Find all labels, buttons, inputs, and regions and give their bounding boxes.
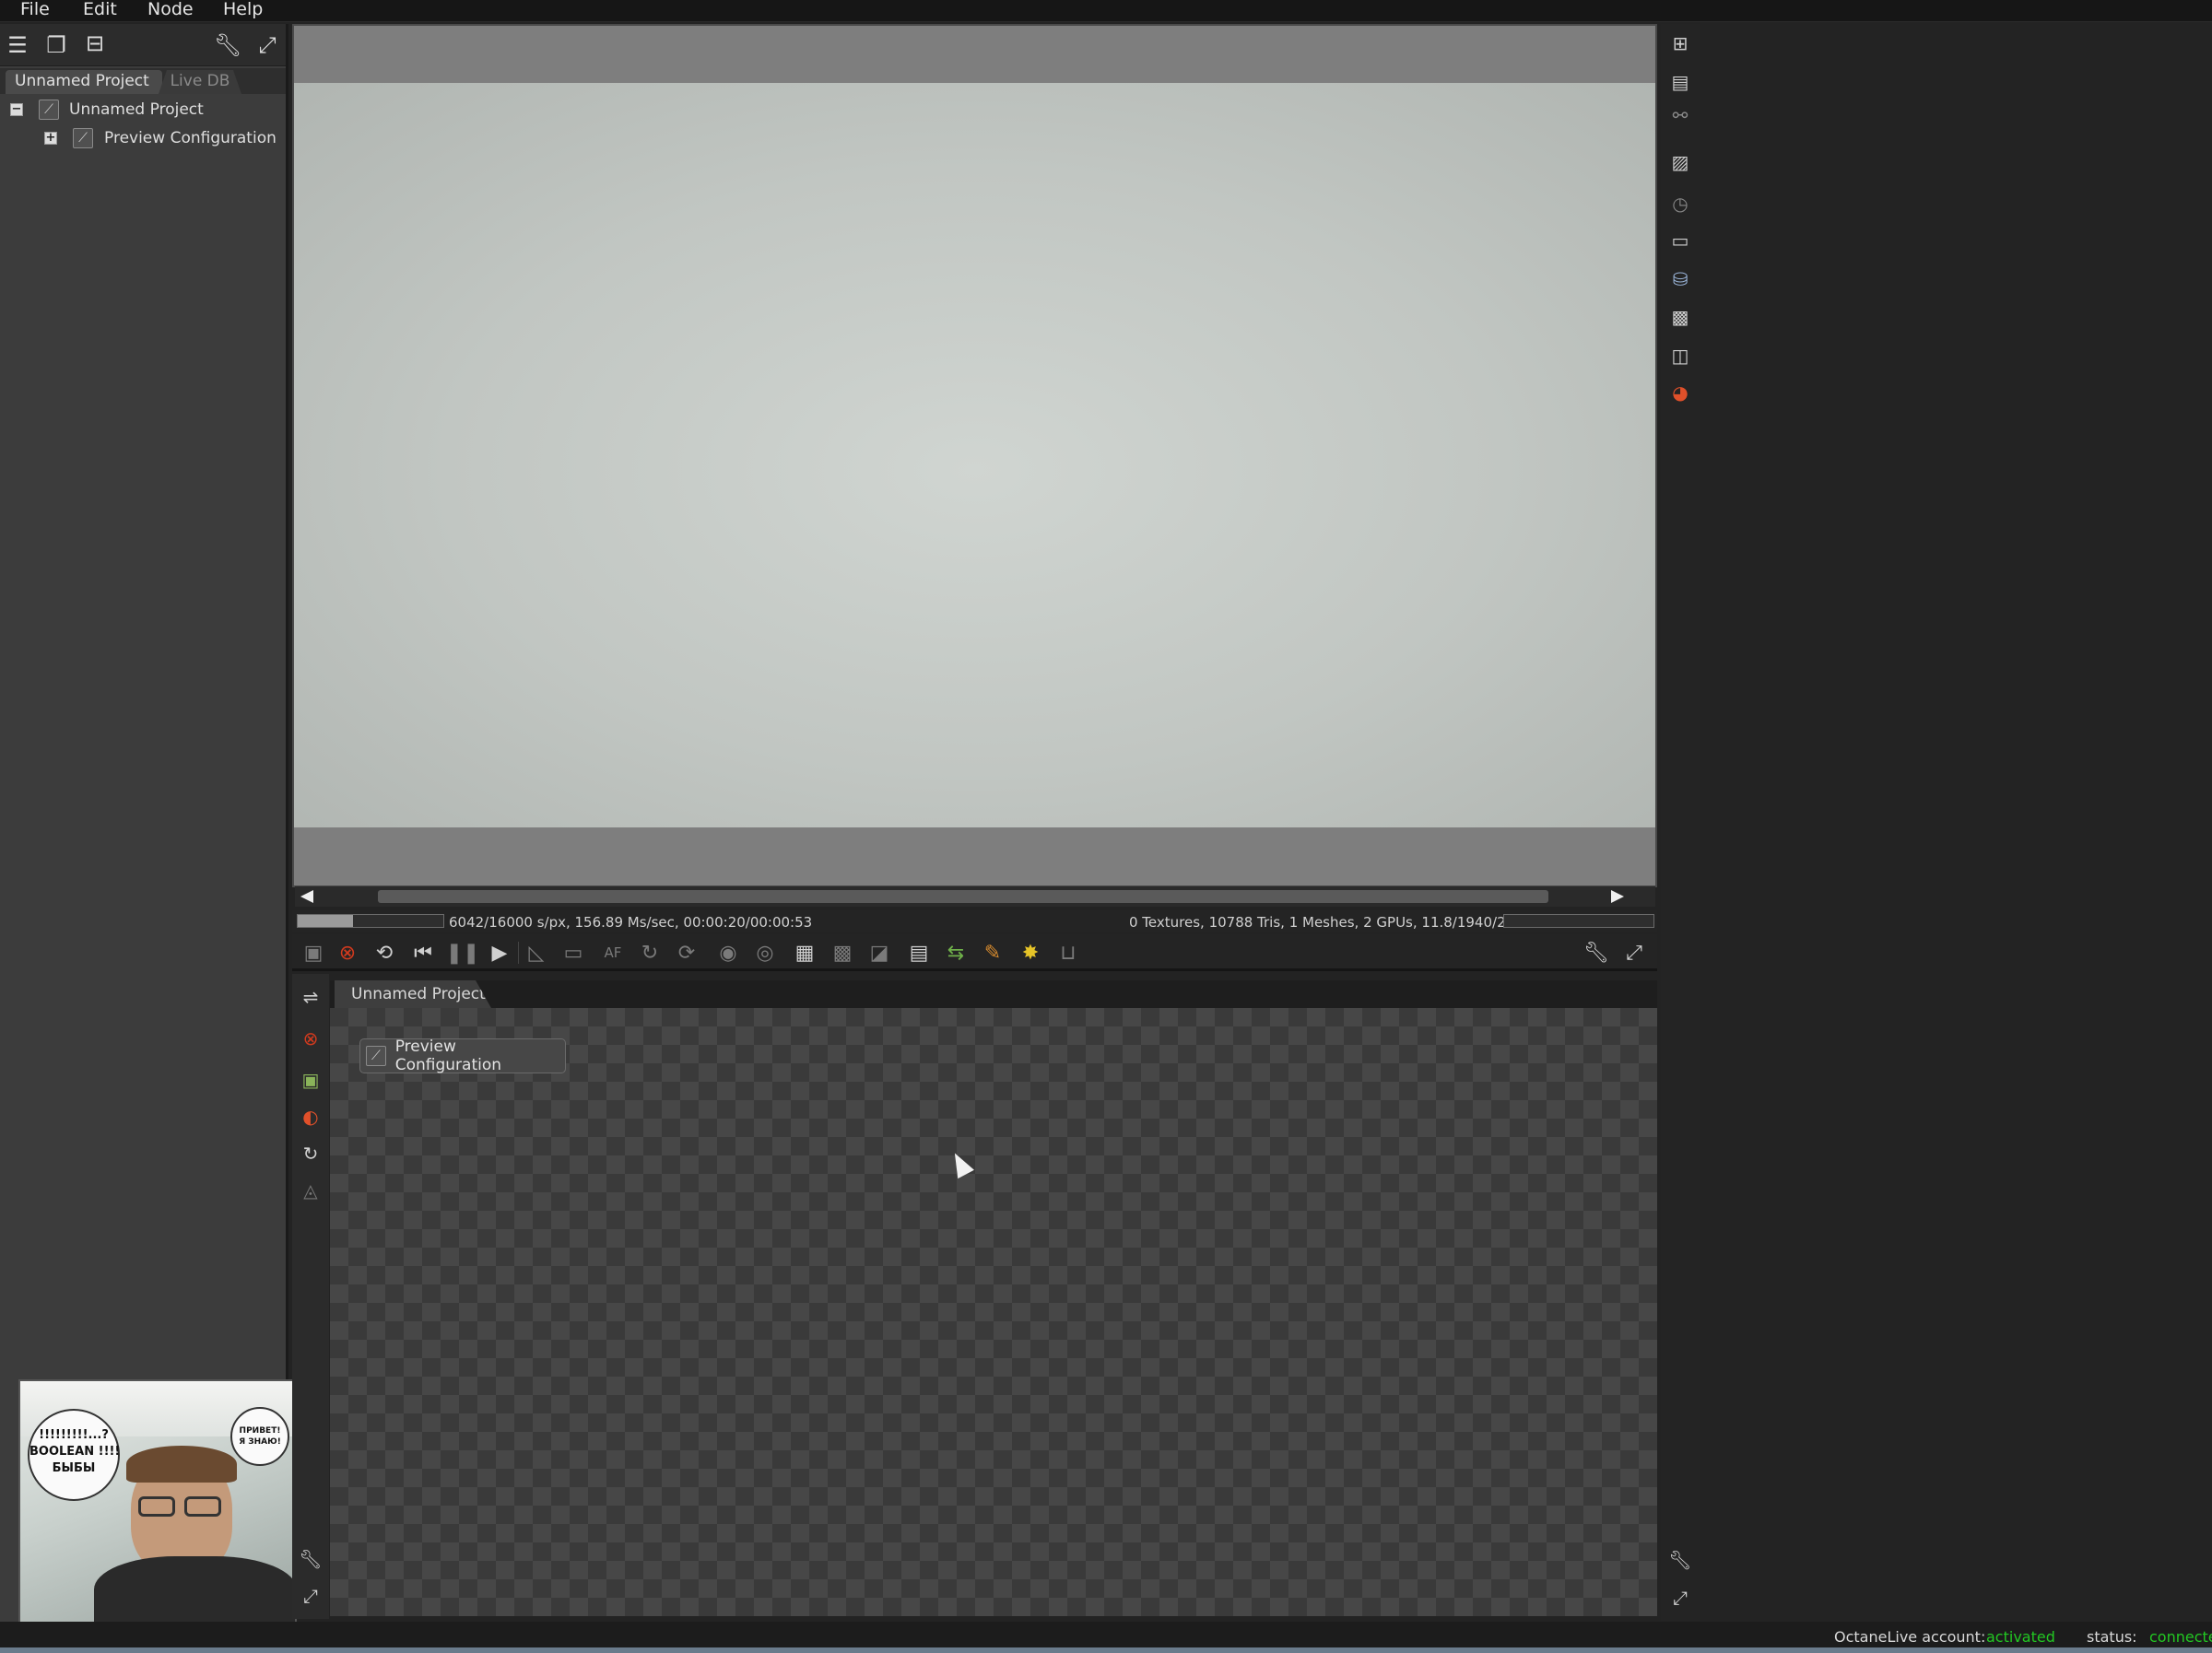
graph-side-toolbar: ⇌ ⊗ ▣ ◐ ↻ ◬ 🔧︎ ⤢ xyxy=(292,974,329,1619)
graph-icon[interactable]: ◫ xyxy=(1666,342,1694,369)
taskbar-strip xyxy=(0,1647,2212,1653)
scroll-thumb[interactable] xyxy=(378,890,1548,903)
database-icon[interactable]: ⛁ xyxy=(1666,265,1694,293)
object-picker-icon[interactable]: ◎ xyxy=(751,939,779,967)
speech-bubble-left: !!!!!!!!!...? BOOLEAN !!!! БЫБЫ xyxy=(28,1409,120,1501)
tree-item-preview-configuration[interactable]: + ⟋ Preview Configuration xyxy=(0,126,286,150)
graph-wrench-icon[interactable]: 🔧︎ xyxy=(297,1545,324,1573)
copy-icon[interactable]: ❐ xyxy=(42,31,70,59)
render-image[interactable] xyxy=(294,83,1655,827)
sync-icon[interactable]: ⇆ xyxy=(942,939,970,967)
checker-icon[interactable]: ▩ xyxy=(829,939,856,967)
preview-configuration-node[interactable]: ⟋ Preview Configuration xyxy=(359,1038,566,1074)
graph-navigate-icon[interactable]: ⇌ xyxy=(297,983,324,1011)
project-icon: ⟋ xyxy=(39,100,59,120)
auto-focus-icon[interactable]: AF xyxy=(599,939,627,967)
graph-maximize-icon[interactable]: ⤢ xyxy=(297,1582,324,1610)
connection-label: status: xyxy=(2087,1628,2137,1646)
graph-texture-icon[interactable]: ↻ xyxy=(297,1140,324,1167)
person-jacket xyxy=(94,1556,295,1626)
graph-geometry-icon[interactable]: ◬ xyxy=(297,1177,324,1204)
right-toolbar: ⊞ ▤ ⚯ ▨ ◷ ▭ ⛁ ▩ ◫ ◕ 🔧︎ ⤢ xyxy=(1661,24,1700,1622)
pause-icon[interactable]: ❚❚ xyxy=(446,939,480,967)
tree-item-unnamed-project[interactable]: − ⟋ Unnamed Project xyxy=(0,98,286,122)
viewport-lock-icon[interactable]: ▭ xyxy=(559,939,587,967)
layers-icon[interactable]: ▤ xyxy=(1666,68,1694,96)
scene-status-text: 0 Textures, 10788 Tris, 1 Meshes, 2 GPUs… xyxy=(1129,914,1559,931)
configuration-node-icon: ⟋ xyxy=(366,1046,386,1066)
person-hair xyxy=(126,1446,237,1483)
samples-status-text: 6042/16000 s/px, 156.89 Ms/sec, 00:00:20… xyxy=(449,914,813,931)
right-maximize-icon[interactable]: ⤢ xyxy=(1666,1584,1694,1612)
graph-tab-unnamed-project[interactable]: Unnamed Project xyxy=(335,980,491,1008)
tab-live-db[interactable]: Live DB xyxy=(159,70,241,94)
webcam-overlay: !!!!!!!!!...? BOOLEAN !!!! БЫБЫ ПРИВЕТ! … xyxy=(18,1379,297,1628)
play-icon[interactable]: ▶ xyxy=(486,939,513,967)
image-icon[interactable]: ▨ xyxy=(1666,148,1694,176)
expand-toggle[interactable]: + xyxy=(44,132,57,145)
restart-render-icon[interactable]: ⟲ xyxy=(371,939,398,967)
graph-camera-icon[interactable]: ▣ xyxy=(297,1066,324,1094)
viewport-maximize-icon[interactable]: ⤢ xyxy=(1620,939,1648,967)
scroll-right-arrow[interactable] xyxy=(1611,890,1624,903)
film-region-icon[interactable]: ◪ xyxy=(865,939,893,967)
render-viewport[interactable] xyxy=(292,24,1657,887)
region-render-icon[interactable]: ▦ xyxy=(791,939,818,967)
glasses-left xyxy=(138,1496,175,1517)
graph-render-target-icon[interactable]: ⊗ xyxy=(297,1025,324,1052)
link-icon[interactable]: ⚯ xyxy=(1666,101,1694,129)
stop-render-icon[interactable]: ⊗ xyxy=(334,939,361,967)
memory-progress-bar xyxy=(1503,914,1654,928)
menu-node[interactable]: Node xyxy=(147,0,194,20)
pan-icon[interactable]: ⟳ xyxy=(673,939,700,967)
account-label: OctaneLive account: xyxy=(1834,1628,1986,1646)
lock-icon[interactable]: ⊔ xyxy=(1054,939,1082,967)
scroll-left-arrow[interactable] xyxy=(300,890,313,903)
glasses-right xyxy=(184,1496,221,1517)
rewind-icon[interactable]: ⏮ xyxy=(409,939,437,967)
toolbar-separator xyxy=(518,942,519,964)
tree-item-label: Unnamed Project xyxy=(69,100,204,119)
speech-bubble-right: ПРИВЕТ! Я ЗНАЮ! xyxy=(230,1407,289,1466)
render-settings-icon[interactable]: ⊞ xyxy=(1666,29,1694,57)
outliner-toolbar: ☰ ❐ ⊟ 🔧︎ ⤢ xyxy=(0,24,286,66)
picture-icon[interactable]: ▩ xyxy=(1666,303,1694,331)
graph-material-icon[interactable]: ◐ xyxy=(297,1103,324,1131)
rotate-icon[interactable]: ↻ xyxy=(636,939,664,967)
samples-progress-fill xyxy=(298,915,354,927)
menu-edit[interactable]: Edit xyxy=(83,0,117,20)
paint-icon[interactable]: ✎ xyxy=(979,939,1006,967)
configuration-icon: ⟋ xyxy=(73,128,93,148)
render-status-bar: 6042/16000 s/px, 156.89 Ms/sec, 00:00:20… xyxy=(292,910,1657,932)
maximize-icon[interactable]: ⤢ xyxy=(253,31,281,59)
light-icon[interactable]: ✸ xyxy=(1017,939,1044,967)
render-toolbar: ▣ ⊗ ⟲ ⏮ ❚❚ ▶ ◺ ▭ AF ↻ ⟳ ◉ ◎ ▦ ▩ ◪ ▤ ⇆ ✎ … xyxy=(292,934,1657,971)
table-icon[interactable]: ▭ xyxy=(1666,227,1694,254)
focus-picker-icon[interactable]: ◺ xyxy=(523,939,550,967)
material-icon[interactable]: ◕ xyxy=(1666,379,1694,406)
menu-bar: File Edit Node Help xyxy=(0,0,2212,22)
node-graph-editor[interactable]: ⟋ Preview Configuration xyxy=(330,1008,1657,1616)
viewport-scrollbar[interactable] xyxy=(295,886,1655,907)
clipboard-icon[interactable]: ▤ xyxy=(905,939,933,967)
menu-file[interactable]: File xyxy=(20,0,50,20)
material-picker-icon[interactable]: ◉ xyxy=(714,939,742,967)
node-label: Preview Configuration xyxy=(394,1038,502,1074)
graph-tab-bar: Unnamed Project xyxy=(330,980,1657,1008)
texture-icon[interactable]: ◷ xyxy=(1666,190,1694,217)
outliner-list-icon[interactable]: ☰ xyxy=(4,31,31,59)
menu-help[interactable]: Help xyxy=(223,0,263,20)
tab-unnamed-project[interactable]: Unnamed Project xyxy=(6,70,162,94)
account-status: activated xyxy=(1986,1628,2055,1646)
right-wrench-icon[interactable]: 🔧︎ xyxy=(1666,1546,1694,1574)
collapse-toggle[interactable]: − xyxy=(10,103,23,116)
samples-progress-bar xyxy=(297,914,444,928)
wrench-icon[interactable]: 🔧︎ xyxy=(214,31,241,59)
connection-status: connecte xyxy=(2149,1628,2212,1646)
tree-item-label: Preview Configuration xyxy=(104,129,276,147)
save-render-icon[interactable]: ▣ xyxy=(300,939,327,967)
viewport-wrench-icon[interactable]: 🔧︎ xyxy=(1583,939,1610,967)
collapse-icon[interactable]: ⊟ xyxy=(81,29,109,57)
outliner-tabs: Unnamed Project Live DB xyxy=(0,68,286,94)
